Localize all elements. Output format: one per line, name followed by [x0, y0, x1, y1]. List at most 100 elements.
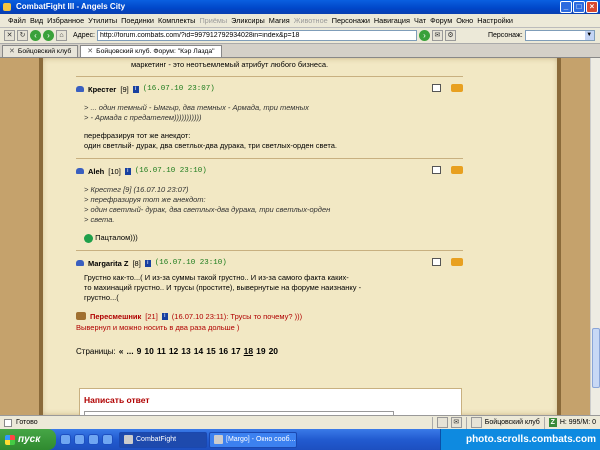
close-button[interactable]: × [586, 1, 598, 13]
reply-icon[interactable] [432, 166, 441, 174]
quote-icon[interactable] [451, 84, 463, 92]
close-tab-icon[interactable]: ✕ [87, 46, 93, 57]
post-actions [432, 84, 463, 92]
paladin-username[interactable]: Пересмешник [90, 312, 141, 321]
taskbar-item-label: [Margo] - Окно сооб... [226, 436, 296, 443]
post-level: [8] [132, 258, 141, 268]
taskbar-item-label: CombatFight [136, 436, 177, 443]
post-actions [432, 258, 463, 266]
reply-icon[interactable] [432, 84, 441, 92]
back-icon[interactable]: ‹ [30, 30, 41, 41]
menu-item[interactable]: Вид [30, 16, 43, 25]
parchment-edge-right [557, 58, 561, 415]
page-content: маркетинг - это неотъемлемый атрибут люб… [0, 58, 600, 415]
quote-line: > один светлый- дурак, два светлых-два д… [84, 205, 331, 214]
vertical-scrollbar[interactable] [590, 58, 600, 415]
info-icon[interactable]: i [124, 167, 131, 175]
stop-icon[interactable]: ✕ [4, 30, 15, 41]
app-icon [124, 435, 133, 444]
menu-item[interactable]: Персонажи [332, 16, 370, 25]
tab-label: Бойцовский клуб. Форум: "Кэр Лазда" [96, 48, 215, 55]
tab-forum[interactable]: ✕ Бойцовский клуб. Форум: "Кэр Лазда" [80, 45, 222, 57]
page-link[interactable]: 19 [256, 346, 265, 356]
menu-item[interactable]: Чат [414, 16, 426, 25]
home-icon[interactable]: ⌂ [56, 30, 67, 41]
menu-item[interactable]: Форум [430, 16, 452, 25]
forum-thread: маркетинг - это неотъемлемый атрибут люб… [76, 58, 463, 356]
post-line: один светлый- дурак, два светлых-два дур… [84, 141, 337, 150]
refresh-icon[interactable]: ↻ [17, 30, 28, 41]
windows-flag-icon [5, 434, 15, 445]
forward-icon[interactable]: › [43, 30, 54, 41]
info-icon[interactable]: i [132, 85, 139, 93]
page-link[interactable]: 10 [144, 346, 153, 356]
post-text: маркетинг - это неотъемлемый атрибут люб… [131, 60, 329, 69]
go-icon[interactable]: › [418, 30, 430, 41]
user-align-icon [76, 86, 84, 92]
page-link[interactable]: 20 [269, 346, 278, 356]
minimize-button[interactable]: _ [560, 1, 572, 13]
chat-icon[interactable]: ✉ [431, 30, 443, 41]
start-button[interactable]: пуск [0, 429, 56, 450]
menu-item: Приёмы [199, 16, 228, 25]
menu-item[interactable]: Утилиты [88, 16, 117, 25]
menu-item[interactable]: Файл [8, 16, 26, 25]
close-tab-icon[interactable]: ✕ [9, 46, 15, 57]
menu-item[interactable]: Комплекты [158, 16, 195, 25]
page-link[interactable]: 15 [206, 346, 215, 356]
quote-icon[interactable] [451, 166, 463, 174]
taskbar-item-message[interactable]: [Margo] - Окно сооб... [209, 431, 297, 448]
post-date: (16.07.10 23:07) [142, 85, 215, 93]
tab-club[interactable]: ✕ Бойцовский клуб [2, 45, 79, 57]
status-counter-text: Н: 995/М: 0 [559, 419, 596, 426]
quote-line: > света. [84, 215, 115, 224]
quote-line: > ... один темный - Ымгыр, два темных - … [84, 103, 309, 112]
chevron-down-icon: ▼ [584, 31, 594, 40]
menu-item[interactable]: Поединки [121, 16, 154, 25]
quote-line: > - Армада с предателем))))))))))) [84, 113, 202, 122]
quick-launch-icon[interactable] [102, 434, 113, 445]
scrollbar-thumb[interactable] [592, 328, 600, 388]
page-link[interactable]: 11 [157, 346, 166, 356]
info-icon[interactable]: i [144, 259, 151, 267]
gear-icon[interactable]: ⚙ [444, 30, 456, 41]
taskbar-item-combatfight[interactable]: CombatFight [119, 431, 207, 448]
reply-icon[interactable] [432, 258, 441, 266]
menu-item[interactable]: Магия [269, 16, 290, 25]
menu-item[interactable]: Окно [456, 16, 473, 25]
page-link[interactable]: 9 [137, 346, 142, 356]
quote-line: > перефразируя тот же анекдот: [84, 195, 206, 204]
info-icon[interactable]: i [161, 312, 168, 320]
menu-item[interactable]: Навигация [374, 16, 410, 25]
page-link[interactable]: 13 [181, 346, 190, 356]
page-link[interactable]: 14 [194, 346, 203, 356]
menu-item[interactable]: Эликсиры [231, 16, 265, 25]
page-link[interactable]: 16 [219, 346, 228, 356]
post-date: (16.07.10 23:10) [134, 167, 207, 175]
quick-launch-icon[interactable] [60, 434, 71, 445]
post-username[interactable]: Aleh [88, 167, 104, 176]
page-link[interactable]: 12 [169, 346, 178, 356]
maximize-button[interactable]: □ [573, 1, 585, 13]
mail-icon[interactable]: ✉ [450, 417, 462, 428]
quick-launch-icon[interactable] [88, 434, 99, 445]
quick-launch-icon[interactable] [74, 434, 85, 445]
reply-form: Написать ответ [79, 388, 462, 415]
address-input[interactable] [96, 30, 417, 41]
menu-item[interactable]: Избранное [47, 16, 84, 25]
window-title: CombatFight III - Angels City [16, 2, 126, 11]
quote-line: > Крестег [9] (16.07.10 23:07) [84, 185, 189, 194]
person-select[interactable]: ▼ [524, 30, 595, 41]
quote-icon[interactable] [451, 258, 463, 266]
menu-item[interactable]: Настройки [477, 16, 513, 25]
page-prev-link[interactable]: « [119, 346, 124, 356]
page-link[interactable]: 17 [231, 346, 240, 356]
divider [76, 250, 463, 251]
post-username[interactable]: Крестег [88, 85, 116, 94]
window-controls: _ □ × [560, 1, 598, 13]
status-bar: Готово ✉ Бойцовский клуб Z Н: 995/М: 0 [0, 415, 600, 429]
post-username[interactable]: Margarita Z [88, 259, 128, 268]
page-ellipsis: ... [126, 346, 134, 356]
